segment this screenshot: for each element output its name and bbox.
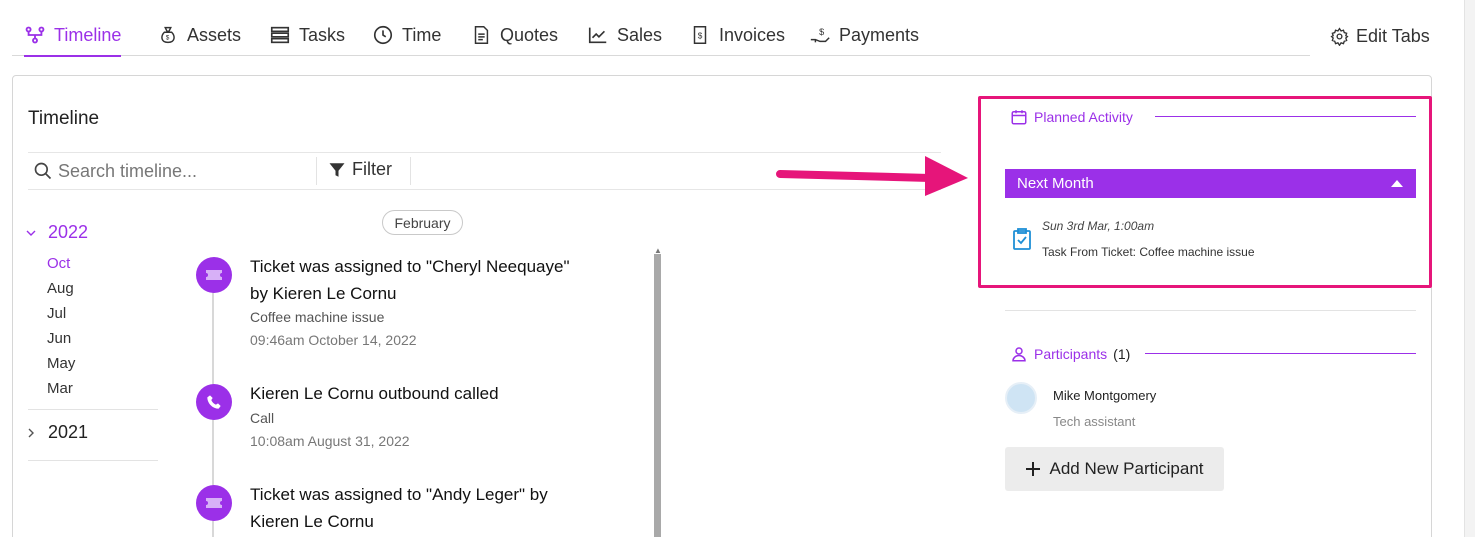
tab-payments[interactable]: $ Payments bbox=[809, 14, 919, 56]
tasks-icon bbox=[270, 26, 290, 44]
tab-bar: Timeline $ Assets Tasks Time Quotes Sale… bbox=[12, 14, 1310, 57]
tab-label: Assets bbox=[187, 24, 242, 45]
divider bbox=[410, 157, 411, 185]
tab-label: Timeline bbox=[54, 24, 122, 45]
gear-icon bbox=[1330, 27, 1349, 46]
add-participant-button[interactable]: Add New Participant bbox=[1005, 447, 1224, 491]
annotation-arrow bbox=[776, 156, 968, 196]
month-aug[interactable]: Aug bbox=[47, 280, 74, 297]
event-subtitle: Coffee machine issue bbox=[250, 309, 385, 325]
participant-role: Tech assistant bbox=[1053, 414, 1136, 429]
month-jul[interactable]: Jul bbox=[47, 305, 66, 322]
tab-quotes[interactable]: Quotes bbox=[470, 14, 558, 56]
tab-invoices[interactable]: $ Invoices bbox=[689, 14, 785, 56]
month-mar[interactable]: Mar bbox=[47, 380, 73, 397]
tab-timeline[interactable]: Timeline bbox=[24, 14, 122, 57]
tab-label: Tasks bbox=[299, 24, 346, 45]
tab-label: Time bbox=[402, 24, 442, 45]
svg-text:$: $ bbox=[819, 27, 824, 37]
ticket-icon bbox=[206, 270, 222, 280]
invoice-icon: $ bbox=[693, 26, 707, 44]
app-root: Timeline $ Assets Tasks Time Quotes Sale… bbox=[0, 0, 1475, 537]
event-dot bbox=[196, 485, 232, 521]
tab-sales[interactable]: Sales bbox=[587, 14, 662, 56]
svg-text:$: $ bbox=[698, 32, 703, 41]
timeline-icon bbox=[25, 26, 45, 44]
highlight-box bbox=[978, 96, 1432, 288]
participant-name[interactable]: Mike Montgomery bbox=[1053, 388, 1156, 403]
month-may[interactable]: May bbox=[47, 355, 75, 372]
phone-icon bbox=[207, 395, 221, 409]
year-2022-toggle[interactable]: 2022 bbox=[26, 222, 88, 243]
clock-icon bbox=[373, 25, 393, 45]
edit-tabs-label: Edit Tabs bbox=[1356, 26, 1430, 46]
year-label: 2022 bbox=[48, 222, 89, 242]
divider bbox=[28, 460, 158, 461]
tab-label: Payments bbox=[839, 24, 920, 45]
payment-hand-icon: $ bbox=[810, 27, 830, 43]
month-pill: February bbox=[382, 210, 463, 235]
event-title[interactable]: Kieren Le Cornu outbound called bbox=[250, 380, 590, 407]
add-participant-label: Add New Participant bbox=[1049, 459, 1204, 478]
event-title[interactable]: Ticket was assigned to "Andy Leger" by K… bbox=[250, 481, 590, 535]
tab-label: Sales bbox=[617, 24, 663, 45]
divider bbox=[1005, 310, 1416, 311]
user-icon bbox=[1012, 347, 1026, 362]
divider bbox=[316, 157, 317, 185]
search-input[interactable] bbox=[58, 153, 308, 189]
chart-line-icon bbox=[588, 27, 607, 44]
plus-icon bbox=[1026, 462, 1041, 476]
svg-text:$: $ bbox=[166, 35, 170, 42]
ticket-icon bbox=[206, 498, 222, 508]
filter-label: Filter bbox=[352, 159, 392, 179]
chevron-right-icon bbox=[28, 428, 34, 437]
edit-tabs-button[interactable]: Edit Tabs bbox=[1330, 26, 1430, 47]
money-bag-icon: $ bbox=[161, 26, 175, 44]
event-time: 09:46am October 14, 2022 bbox=[250, 332, 417, 348]
page-scrollbar[interactable] bbox=[1464, 0, 1475, 537]
event-dot bbox=[196, 384, 232, 420]
participants-count: (1) bbox=[1113, 346, 1131, 362]
event-dot bbox=[196, 257, 232, 293]
tab-label: Quotes bbox=[500, 24, 559, 45]
filter-button[interactable]: Filter bbox=[328, 159, 392, 180]
month-jun[interactable]: Jun bbox=[47, 330, 71, 347]
timeline-title: Timeline bbox=[28, 108, 100, 129]
tab-assets[interactable]: $ Assets bbox=[157, 14, 241, 56]
filter-icon bbox=[329, 162, 345, 177]
tab-tasks[interactable]: Tasks bbox=[269, 14, 345, 56]
year-label: 2021 bbox=[48, 422, 89, 442]
avatar[interactable] bbox=[1005, 382, 1037, 414]
document-icon bbox=[474, 26, 489, 44]
heading-line bbox=[1145, 353, 1416, 354]
event-subtitle: Call bbox=[250, 410, 275, 426]
event-time: 10:08am August 31, 2022 bbox=[250, 433, 410, 449]
feed-scrollbar[interactable] bbox=[654, 254, 661, 537]
chevron-down-icon bbox=[26, 230, 36, 236]
tab-label: Invoices bbox=[719, 24, 786, 45]
search-icon bbox=[34, 162, 52, 180]
participants-label: Participants bbox=[1034, 346, 1108, 362]
month-oct[interactable]: Oct bbox=[47, 255, 70, 272]
event-title[interactable]: Ticket was assigned to "Cheryl Neequaye"… bbox=[250, 253, 590, 307]
participants-heading: Participants (1) bbox=[1010, 345, 1130, 363]
divider bbox=[28, 409, 158, 410]
year-2021-toggle[interactable]: 2021 bbox=[26, 422, 88, 443]
tab-time[interactable]: Time bbox=[372, 14, 441, 56]
